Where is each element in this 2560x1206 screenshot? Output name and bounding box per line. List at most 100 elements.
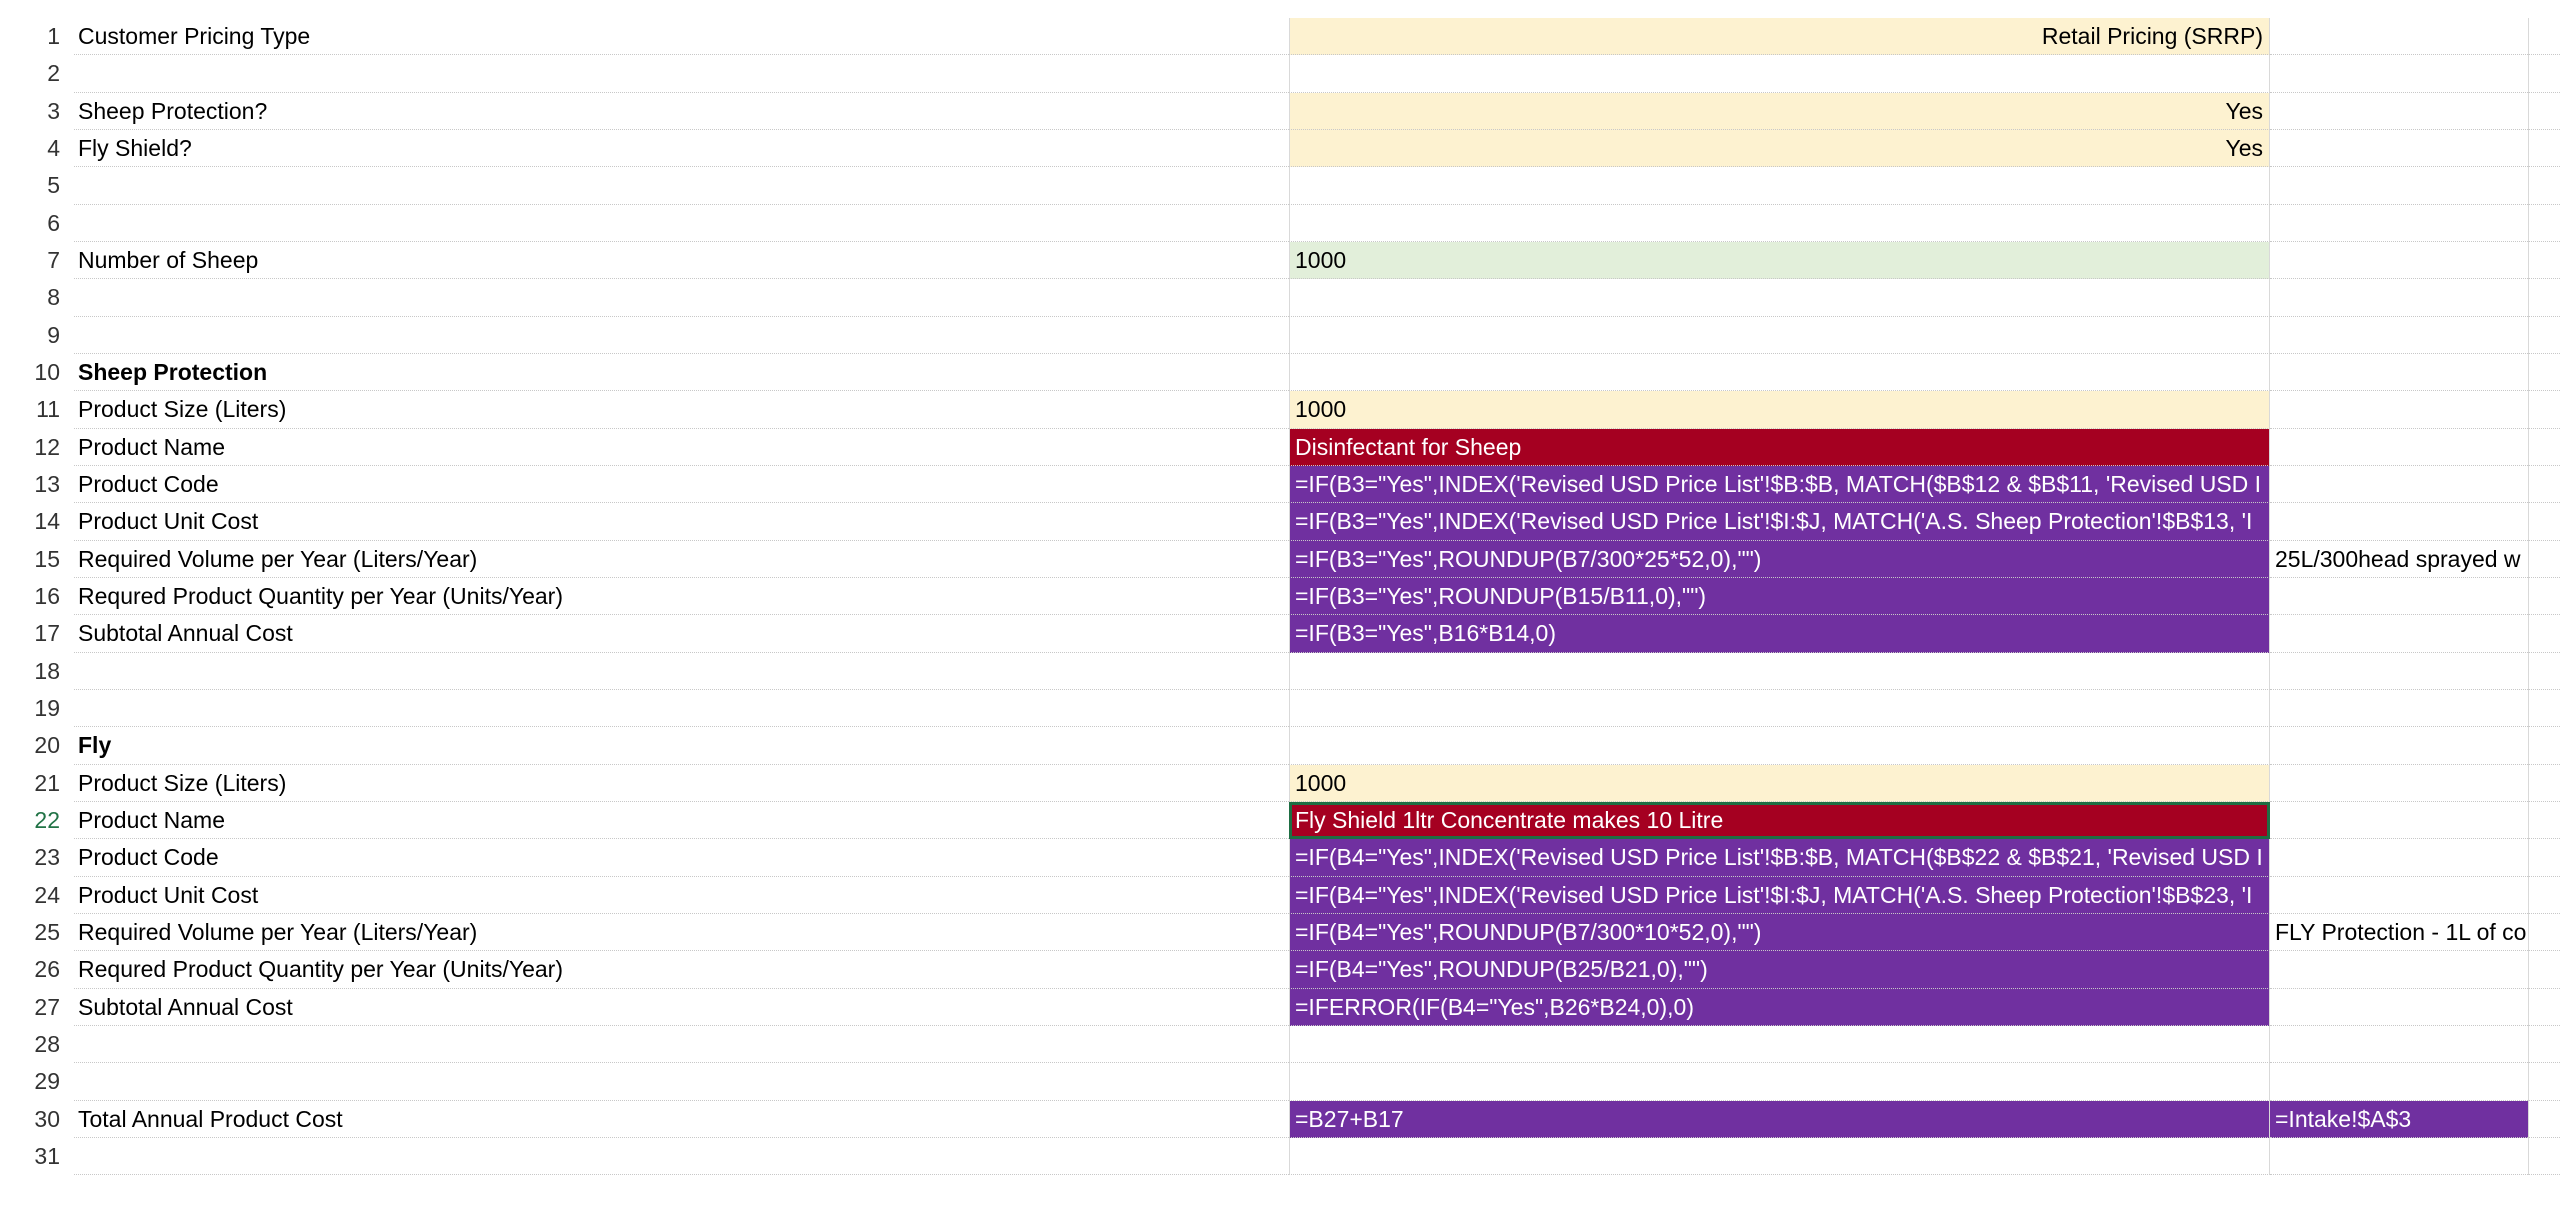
row-header[interactable]: 1 xyxy=(0,18,60,55)
row-header[interactable]: 21 xyxy=(0,765,60,802)
row-header[interactable]: 4 xyxy=(0,130,60,167)
cell-empty[interactable] xyxy=(2528,503,2560,541)
cell-value[interactable] xyxy=(1289,204,2270,242)
cell-label[interactable] xyxy=(74,55,1289,93)
cell-note[interactable] xyxy=(2270,429,2528,466)
cell-note[interactable] xyxy=(2270,354,2528,392)
cell-label[interactable] xyxy=(74,1063,1289,1101)
cell-value[interactable]: =IF(B4="Yes",ROUNDUP(B25/B21,0),"") xyxy=(1289,951,2270,989)
cell-empty[interactable] xyxy=(2528,55,2560,93)
cell-label[interactable]: Requred Product Quantity per Year (Units… xyxy=(74,578,1289,616)
cell-value[interactable] xyxy=(1289,1025,2270,1064)
cell-label[interactable]: Fly xyxy=(74,727,1289,765)
cell-empty[interactable] xyxy=(2528,876,2560,914)
cell-note[interactable]: 25L/300head sprayed w xyxy=(2270,541,2528,578)
cell-label[interactable]: Product Size (Liters) xyxy=(74,765,1289,802)
cell-label[interactable] xyxy=(74,279,1289,317)
cell-note[interactable]: =Intake!$A$3 xyxy=(2270,1100,2528,1138)
cell-note[interactable] xyxy=(2270,391,2528,429)
cell-value[interactable] xyxy=(1289,1063,2270,1101)
row-header[interactable]: 9 xyxy=(0,317,60,354)
cell-empty[interactable] xyxy=(2528,615,2560,653)
row-header[interactable]: 14 xyxy=(0,503,60,540)
cell-label[interactable]: Total Annual Product Cost xyxy=(74,1101,1289,1138)
cell-empty[interactable] xyxy=(2528,1137,2560,1176)
cell-note[interactable] xyxy=(2270,690,2528,728)
cell-label[interactable]: Product Code xyxy=(74,466,1289,504)
cell-empty[interactable] xyxy=(2528,1025,2560,1064)
cell-value[interactable]: =IF(B3="Yes",ROUNDUP(B7/300*25*52,0),"") xyxy=(1289,540,2270,578)
cell-note[interactable] xyxy=(2270,18,2528,56)
cell-value[interactable] xyxy=(1289,652,2270,690)
cell-label[interactable] xyxy=(74,167,1289,205)
cell-empty[interactable] xyxy=(2528,428,2560,466)
cell-note[interactable]: FLY Protection - 1L of co xyxy=(2270,914,2528,952)
cell-value[interactable]: =IF(B4="Yes",INDEX('Revised USD Price Li… xyxy=(1289,839,2270,877)
cell-value[interactable]: Disinfectant for Sheep xyxy=(1289,428,2270,466)
cell-value[interactable] xyxy=(1289,353,2270,392)
row-header[interactable]: 15 xyxy=(0,541,60,578)
row-header[interactable]: 10 xyxy=(0,354,60,391)
cell-note[interactable] xyxy=(2270,877,2528,914)
row-header[interactable]: 7 xyxy=(0,242,60,279)
cell-note[interactable] xyxy=(2270,167,2528,205)
cell-empty[interactable] xyxy=(2528,353,2560,392)
cell-note[interactable] xyxy=(2270,727,2528,765)
cell-value[interactable]: =IF(B3="Yes",INDEX('Revised USD Price Li… xyxy=(1289,465,2270,504)
cell-value[interactable]: Yes xyxy=(1289,129,2270,168)
cell-label[interactable]: Sheep Protection xyxy=(74,354,1289,392)
cell-label[interactable]: Sheep Protection? xyxy=(74,93,1289,130)
row-header[interactable]: 27 xyxy=(0,989,60,1026)
cell-note[interactable] xyxy=(2270,93,2528,130)
cell-label[interactable]: Product Name xyxy=(74,802,1289,840)
cell-empty[interactable] xyxy=(2528,764,2560,802)
cell-label[interactable]: Required Volume per Year (Liters/Year) xyxy=(74,914,1289,952)
cell-value[interactable] xyxy=(1289,1137,2270,1176)
cell-value[interactable] xyxy=(1289,55,2270,93)
row-header[interactable]: 20 xyxy=(0,727,60,764)
cell-value[interactable]: =IF(B4="Yes",INDEX('Revised USD Price Li… xyxy=(1289,876,2270,914)
row-header[interactable]: 16 xyxy=(0,578,60,615)
row-header[interactable]: 13 xyxy=(0,466,60,503)
cell-label[interactable] xyxy=(74,205,1289,242)
cell-note[interactable] xyxy=(2270,839,2528,877)
cell-value[interactable] xyxy=(1289,167,2270,205)
cell-note[interactable] xyxy=(2270,615,2528,653)
cell-empty[interactable] xyxy=(2528,391,2560,429)
cell-empty[interactable] xyxy=(2528,801,2560,840)
row-header[interactable]: 23 xyxy=(0,839,60,876)
row-header[interactable]: 25 xyxy=(0,914,60,951)
cell-empty[interactable] xyxy=(2528,652,2560,690)
cell-empty[interactable] xyxy=(2528,129,2560,168)
cell-label[interactable]: Product Unit Cost xyxy=(74,877,1289,914)
cell-value[interactable] xyxy=(1289,316,2270,354)
cell-empty[interactable] xyxy=(2528,540,2560,578)
cell-note[interactable] xyxy=(2270,802,2528,840)
row-header[interactable]: 29 xyxy=(0,1063,60,1100)
row-header[interactable]: 12 xyxy=(0,429,60,466)
cell-label[interactable]: Number of Sheep xyxy=(74,242,1289,280)
cell-value[interactable]: Retail Pricing (SRRP) xyxy=(1289,18,2270,56)
row-header[interactable]: 24 xyxy=(0,877,60,914)
row-header[interactable]: 19 xyxy=(0,690,60,727)
cell-value[interactable]: =IF(B4="Yes",ROUNDUP(B7/300*10*52,0),"") xyxy=(1289,913,2270,952)
cell-note[interactable] xyxy=(2270,1063,2528,1101)
row-header[interactable]: 28 xyxy=(0,1026,60,1063)
cell-note[interactable] xyxy=(2270,765,2528,802)
cell-note[interactable] xyxy=(2270,1026,2528,1064)
cell-label[interactable] xyxy=(74,653,1289,690)
cell-label[interactable] xyxy=(74,690,1289,728)
cell-label[interactable]: Product Code xyxy=(74,839,1289,877)
cell-empty[interactable] xyxy=(2528,951,2560,989)
cell-empty[interactable] xyxy=(2528,279,2560,317)
cell-value[interactable]: 1000 xyxy=(1289,764,2270,802)
row-header[interactable]: 11 xyxy=(0,391,60,428)
cell-empty[interactable] xyxy=(2528,689,2560,728)
cell-value[interactable]: =IF(B3="Yes",INDEX('Revised USD Price Li… xyxy=(1289,503,2270,541)
cell-empty[interactable] xyxy=(2528,1063,2560,1101)
row-header[interactable]: 3 xyxy=(0,93,60,130)
cell-note[interactable] xyxy=(2270,242,2528,280)
cell-label[interactable]: Customer Pricing Type xyxy=(74,18,1289,56)
cell-label[interactable]: Fly Shield? xyxy=(74,130,1289,168)
row-header[interactable]: 6 xyxy=(0,205,60,242)
